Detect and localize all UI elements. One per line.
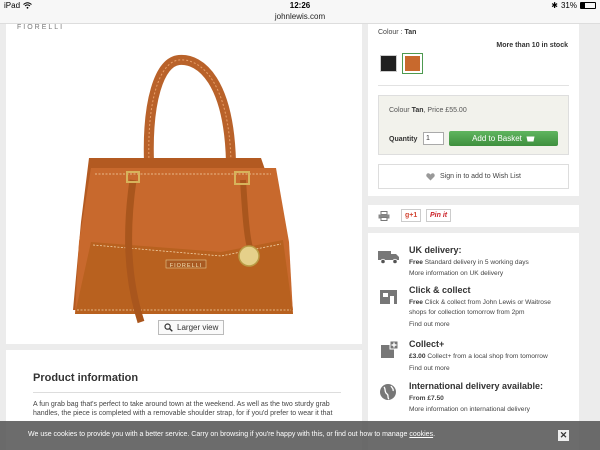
cookie-text: We use cookies to provide you with a bet… xyxy=(28,431,410,438)
clock: 12:26 xyxy=(289,1,311,10)
click-collect-text: Click & collect from John Lewis or Waitr… xyxy=(422,299,551,306)
uk-delivery-text: Standard delivery in 5 working days xyxy=(422,259,529,266)
product-image-panel: FIORELLI FIORELLI Larger view xyxy=(6,24,362,344)
larger-view-label: Larger view xyxy=(177,323,219,332)
click-collect-more-link[interactable]: Find out more xyxy=(409,321,450,328)
click-collect-title: Click & collect xyxy=(409,285,471,295)
click-collect-line2: shops for collection tomorrow from 2pm xyxy=(409,309,525,316)
uk-delivery-title: UK delivery: xyxy=(409,245,462,255)
purchase-panel: Colour : Tan More than 10 in stock Colou… xyxy=(368,24,579,196)
larger-view-button[interactable]: Larger view xyxy=(158,320,225,335)
stock-status: More than 10 in stock xyxy=(496,42,568,49)
delivery-panel: UK delivery: Free Standard delivery in 5… xyxy=(368,233,579,450)
close-icon[interactable]: ✕ xyxy=(558,430,569,441)
product-description: A fun grab bag that's perfect to take ar… xyxy=(33,401,333,417)
google-plus-button[interactable]: g+1 xyxy=(401,209,422,222)
collect-plus-price: £3.00 xyxy=(409,353,426,360)
international-delivery-title: International delivery available: xyxy=(409,381,544,391)
colour-label: Colour : Tan xyxy=(378,29,416,36)
uk-delivery-free: Free xyxy=(409,259,423,266)
truck-icon xyxy=(378,251,399,265)
pinterest-button[interactable]: Pin it xyxy=(426,209,452,222)
product-information-title: Product information xyxy=(33,372,139,384)
heart-icon xyxy=(426,172,435,180)
store-icon xyxy=(380,290,397,304)
price-line: Colour Tan, Price £55.00 xyxy=(389,107,467,114)
battery-percent: 31% xyxy=(560,1,577,10)
collect-plus-text: Collect+ from a local shop from tomorrow xyxy=(425,353,548,360)
uk-delivery-more-link[interactable]: More information on UK delivery xyxy=(409,270,503,277)
magnifier-icon xyxy=(164,323,173,332)
colour-value: Tan xyxy=(404,29,417,36)
cookie-message: We use cookies to provide you with a bet… xyxy=(28,431,436,438)
cookie-link[interactable]: cookies xyxy=(409,431,433,438)
international-delivery-price: From £7.50 xyxy=(409,395,444,402)
colour-label-prefix: Colour : xyxy=(378,29,403,36)
printer-icon[interactable] xyxy=(378,211,390,221)
add-to-basket-label: Add to Basket xyxy=(472,134,522,143)
divider xyxy=(378,85,569,86)
swatch-black[interactable] xyxy=(380,55,397,72)
product-image[interactable]: FIORELLI xyxy=(61,42,311,332)
wish-list-button[interactable]: Sign in to add to Wish List xyxy=(378,164,569,189)
wish-list-label: Sign in to add to Wish List xyxy=(440,173,521,180)
uk-delivery-line1: Free Standard delivery in 5 working days xyxy=(409,259,529,266)
price-colour-prefix: Colour xyxy=(389,107,410,114)
collect-plus-icon xyxy=(381,341,399,358)
collect-plus-more-link[interactable]: Find out more xyxy=(409,365,450,372)
battery-icon xyxy=(580,2,596,9)
add-to-basket-box: Colour Tan, Price £55.00 Quantity 1 Add … xyxy=(378,95,569,155)
international-delivery-more-link[interactable]: More information on international delive… xyxy=(409,406,530,413)
divider xyxy=(33,392,341,393)
add-to-basket-button[interactable]: Add to Basket xyxy=(449,131,558,146)
cookie-banner: We use cookies to provide you with a bet… xyxy=(0,421,600,450)
quantity-input[interactable]: 1 xyxy=(423,132,444,145)
swatch-tan[interactable] xyxy=(402,53,423,74)
click-collect-line1: Free Click & collect from John Lewis or … xyxy=(409,299,551,306)
status-bar: iPad 12:26 ✱ 31% xyxy=(0,0,600,12)
click-collect-free: Free xyxy=(409,299,423,306)
bag-brand-plate: FIORELLI xyxy=(170,263,202,269)
address-bar[interactable]: johnlewis.com xyxy=(0,12,600,24)
globe-icon xyxy=(380,384,396,400)
basket-icon xyxy=(526,136,535,142)
collect-plus-title: Collect+ xyxy=(409,339,445,349)
collect-plus-line1: £3.00 Collect+ from a local shop from to… xyxy=(409,353,548,360)
bluetooth-icon: ✱ xyxy=(551,1,558,10)
share-bar: g+1 Pin it xyxy=(368,205,579,227)
price-colour: Tan xyxy=(411,107,424,114)
price-text: , Price £55.00 xyxy=(423,107,467,114)
brand-logo: FIORELLI xyxy=(17,24,65,31)
quantity-label: Quantity xyxy=(389,136,418,143)
url-text: johnlewis.com xyxy=(274,12,326,21)
